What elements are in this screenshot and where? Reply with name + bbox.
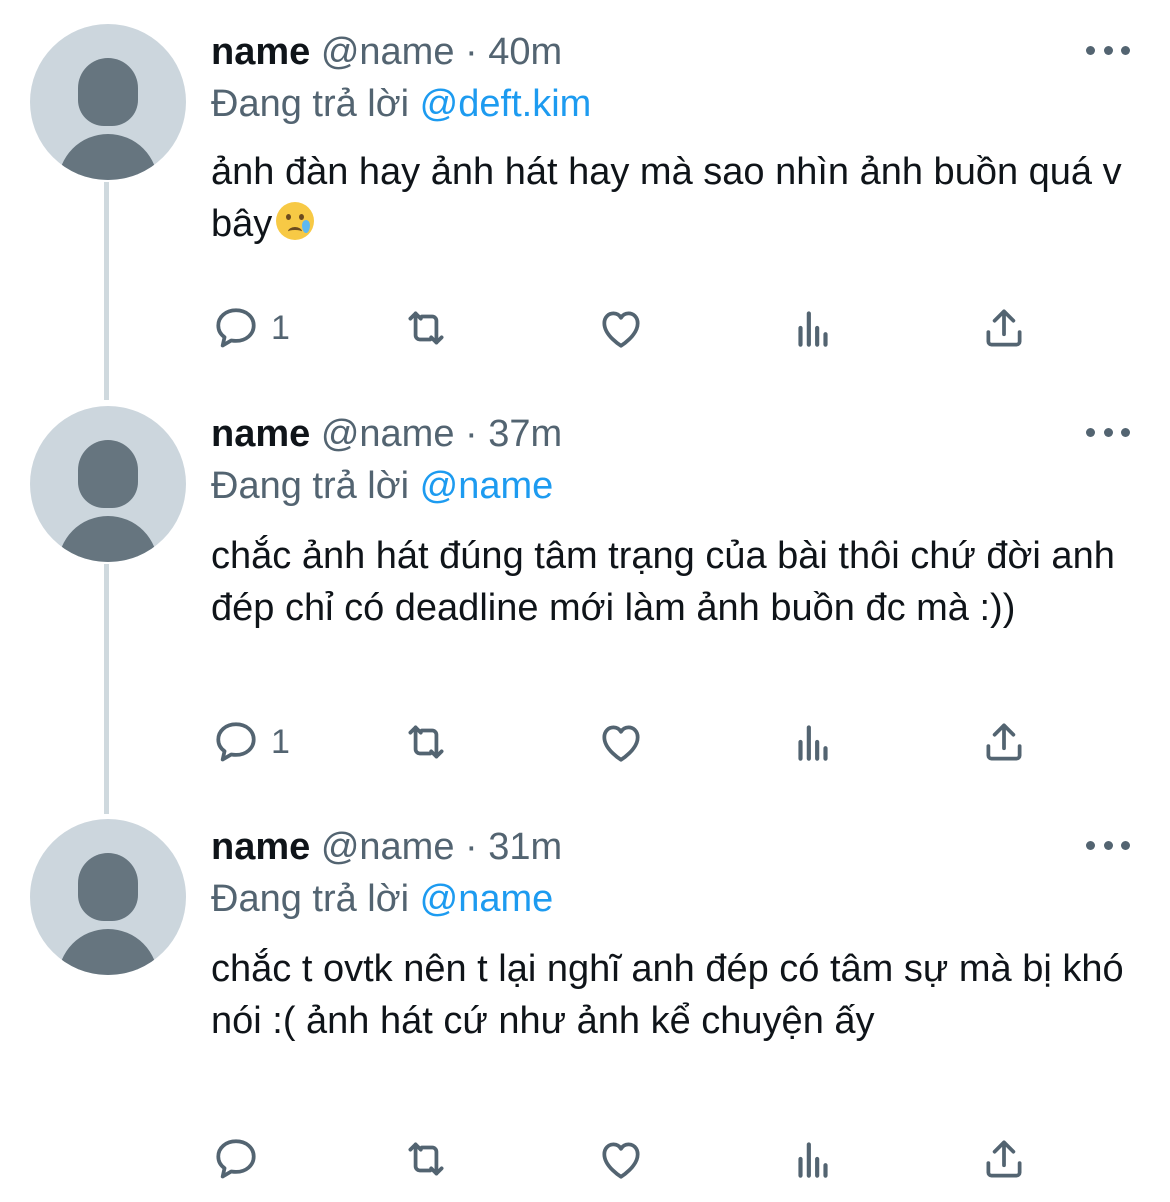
reply-count: 1 xyxy=(271,722,290,761)
replying-to: Đang trả lời @name xyxy=(211,464,553,508)
retweet-button[interactable] xyxy=(401,1133,451,1185)
reply-mention-link[interactable]: @name xyxy=(420,465,554,507)
heart-icon xyxy=(602,311,640,348)
crying-face-icon xyxy=(276,202,315,240)
analytics-button[interactable] xyxy=(788,1133,838,1185)
analytics-icon xyxy=(798,1142,828,1178)
timestamp[interactable]: 40m xyxy=(488,31,562,73)
analytics-icon xyxy=(798,725,828,761)
reply-button[interactable]: 1 xyxy=(211,302,290,354)
share-icon xyxy=(986,309,1022,347)
more-options-icon[interactable] xyxy=(1086,42,1130,58)
display-name[interactable]: name xyxy=(211,413,310,455)
tweet-text-content: ảnh đàn hay ảnh hát hay mà sao nhìn ảnh … xyxy=(211,151,1122,245)
handle[interactable]: @name xyxy=(321,826,455,868)
avatar[interactable] xyxy=(30,819,186,975)
handle[interactable]: @name xyxy=(321,31,455,73)
share-icon xyxy=(986,723,1022,761)
reply-icon xyxy=(216,722,256,762)
reply-prefix: Đang trả lời xyxy=(211,878,410,920)
tweet[interactable]: name @name · 40m Đang trả lời @deft.kim … xyxy=(0,0,1170,390)
reply-button[interactable] xyxy=(211,1133,271,1185)
retweet-button[interactable] xyxy=(401,716,451,768)
reply-count: 1 xyxy=(271,308,290,347)
display-name[interactable]: name xyxy=(211,31,310,73)
replying-to: Đang trả lời @name xyxy=(211,877,553,921)
analytics-icon xyxy=(798,311,828,347)
share-button[interactable] xyxy=(979,302,1029,354)
retweet-icon xyxy=(408,725,444,759)
reply-mention-link[interactable]: @deft.kim xyxy=(420,83,592,125)
share-button[interactable] xyxy=(979,1133,1029,1185)
tweet-text-content: chắc ảnh hát đúng tâm trạng của bài thôi… xyxy=(211,535,1115,629)
display-name[interactable]: name xyxy=(211,826,310,868)
separator: · xyxy=(465,31,478,73)
tweet[interactable]: name @name · 37m Đang trả lời @name chắc… xyxy=(0,382,1170,802)
heart-icon xyxy=(602,1142,640,1179)
analytics-button[interactable] xyxy=(788,716,838,768)
tweet-text: chắc t ovtk nên t lại nghĩ anh đép có tâ… xyxy=(211,943,1141,1047)
tweet-header: name @name · 37m xyxy=(211,412,562,456)
like-button[interactable] xyxy=(596,1133,646,1185)
timestamp[interactable]: 31m xyxy=(488,826,562,868)
tweet-header: name @name · 40m xyxy=(211,30,562,74)
separator: · xyxy=(465,826,478,868)
like-button[interactable] xyxy=(596,302,646,354)
tweet-text-content: chắc t ovtk nên t lại nghĩ anh đép có tâ… xyxy=(211,948,1124,1042)
handle[interactable]: @name xyxy=(321,413,455,455)
more-options-icon[interactable] xyxy=(1086,424,1130,440)
avatar[interactable] xyxy=(30,24,186,180)
tweet[interactable]: name @name · 31m Đang trả lời @name chắc… xyxy=(0,795,1170,1202)
reply-prefix: Đang trả lời xyxy=(211,83,410,125)
heart-icon xyxy=(602,725,640,762)
reply-button[interactable]: 1 xyxy=(211,716,290,768)
tweet-text: ảnh đàn hay ảnh hát hay mà sao nhìn ảnh … xyxy=(211,146,1141,250)
reply-icon xyxy=(216,1139,256,1179)
share-icon xyxy=(986,1140,1022,1178)
reply-icon xyxy=(216,308,256,348)
tweet-text: chắc ảnh hát đúng tâm trạng của bài thôi… xyxy=(211,530,1141,634)
retweet-button[interactable] xyxy=(401,302,451,354)
like-button[interactable] xyxy=(596,716,646,768)
tweet-actions: 1 xyxy=(211,716,1071,768)
avatar[interactable] xyxy=(30,406,186,562)
more-options-icon[interactable] xyxy=(1086,837,1130,853)
tweet-actions xyxy=(211,1133,1071,1185)
separator: · xyxy=(465,413,478,455)
reply-mention-link[interactable]: @name xyxy=(420,878,554,920)
retweet-icon xyxy=(408,311,444,345)
timestamp[interactable]: 37m xyxy=(488,413,562,455)
analytics-button[interactable] xyxy=(788,302,838,354)
tweet-header: name @name · 31m xyxy=(211,825,562,869)
share-button[interactable] xyxy=(979,716,1029,768)
retweet-icon xyxy=(408,1142,444,1176)
tweet-actions: 1 xyxy=(211,302,1071,354)
replying-to: Đang trả lời @deft.kim xyxy=(211,82,591,126)
reply-prefix: Đang trả lời xyxy=(211,465,410,507)
